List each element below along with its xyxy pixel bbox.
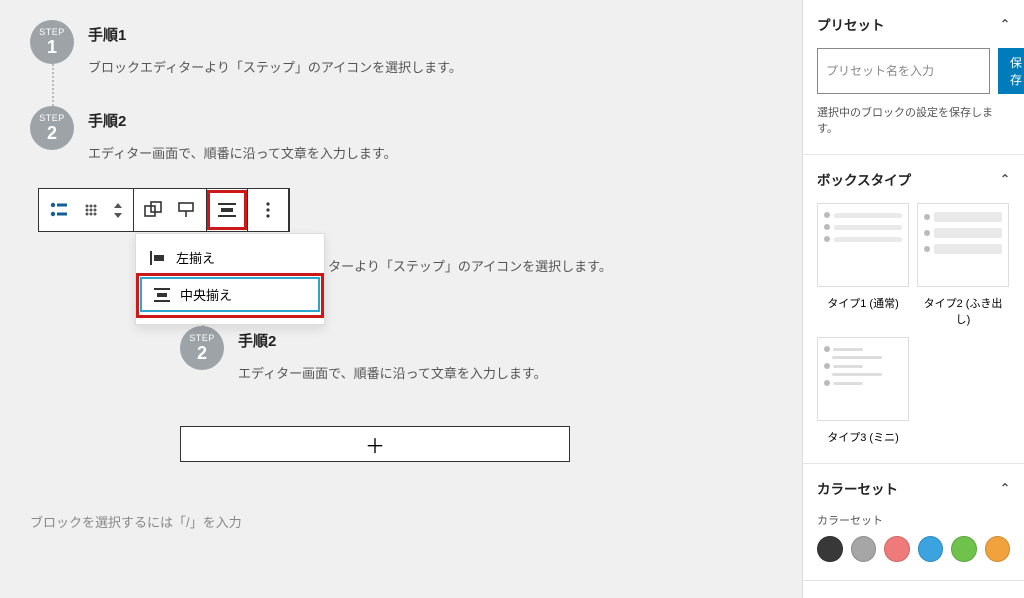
- step-title[interactable]: 手順1: [88, 24, 462, 45]
- step-badge-number: 2: [47, 124, 57, 142]
- color-swatch[interactable]: [884, 536, 910, 562]
- panel-toggle[interactable]: カラーセット ⌃: [817, 478, 1010, 498]
- align-center-option[interactable]: 中央揃え: [140, 277, 320, 312]
- preset-name-input[interactable]: [817, 48, 990, 94]
- boxtype-option-2[interactable]: タイプ2 (ふき出し): [917, 203, 1009, 327]
- slash-placeholder-hint[interactable]: ブロックを選択するには「/」を入力: [30, 512, 772, 531]
- panel-title: ボックスタイプ: [817, 169, 911, 189]
- style-icon[interactable]: [172, 196, 200, 224]
- more-options-icon[interactable]: [254, 196, 282, 224]
- step-badge-label: STEP: [189, 334, 215, 343]
- mover-buttons[interactable]: [109, 196, 127, 224]
- menu-item-label: 左揃え: [176, 248, 215, 267]
- step-desc[interactable]: エディター画面で、順番に沿って文章を入力します。: [238, 363, 547, 382]
- chevron-up-icon: ⌃: [1000, 17, 1010, 31]
- menu-item-label: 中央揃え: [180, 285, 232, 304]
- panel-toggle[interactable]: ボックスタイプ ⌃: [817, 169, 1010, 189]
- color-swatch[interactable]: [851, 536, 877, 562]
- step-desc[interactable]: ブロックエディターより「ステップ」のアイコンを選択します。: [88, 57, 462, 76]
- add-block-button[interactable]: ＋: [180, 426, 570, 462]
- boxtype-thumb: [817, 337, 909, 421]
- preset-panel: プリセット ⌃ 保存 選択中のブロックの設定を保存します。: [803, 0, 1024, 155]
- preset-hint: 選択中のブロックの設定を保存します。: [817, 104, 1010, 136]
- boxtype-option-1[interactable]: タイプ1 (通常): [817, 203, 909, 327]
- block-type-icon[interactable]: [45, 196, 73, 224]
- transform-icon[interactable]: [140, 196, 168, 224]
- color-swatch[interactable]: [951, 536, 977, 562]
- step-item[interactable]: STEP 2 手順2 エディター画面で、順番に沿って文章を入力します。: [30, 106, 772, 192]
- colorset-label: カラーセット: [817, 512, 1010, 528]
- step-badge: STEP 2: [180, 326, 224, 370]
- step-badge-label: STEP: [39, 28, 65, 37]
- panel-title: プリセット: [817, 14, 885, 34]
- color-swatch[interactable]: [817, 536, 843, 562]
- step-badge: STEP 1: [30, 20, 74, 64]
- align-button[interactable]: [213, 196, 241, 224]
- block-toolbar: 左揃え 中央揃え: [38, 188, 290, 232]
- color-swatches: [817, 536, 1010, 562]
- boxtype-caption: タイプ3 (ミニ): [817, 429, 909, 445]
- step-title[interactable]: 手順2: [88, 110, 397, 131]
- step-badge-number: 1: [47, 38, 57, 56]
- step-badge-number: 2: [197, 344, 207, 362]
- colorset-panel: カラーセット ⌃ カラーセット: [803, 464, 1024, 581]
- plus-icon: ＋: [365, 430, 385, 459]
- boxtype-option-3[interactable]: タイプ3 (ミニ): [817, 337, 909, 445]
- chevron-up-icon: ⌃: [1000, 172, 1010, 186]
- panel-title: カラーセット: [817, 478, 898, 498]
- step-badge-label: STEP: [39, 114, 65, 123]
- chevron-up-icon: ⌃: [1000, 481, 1010, 495]
- align-dropdown: 左揃え 中央揃え: [135, 233, 325, 325]
- panel-toggle[interactable]: プリセット ⌃: [817, 14, 1010, 34]
- step-desc[interactable]: エディター画面で、順番に沿って文章を入力します。: [88, 143, 397, 162]
- color-swatch[interactable]: [918, 536, 944, 562]
- step-item[interactable]: STEP 2 手順2 エディター画面で、順番に沿って文章を入力します。: [180, 326, 772, 412]
- boxtype-caption: タイプ1 (通常): [817, 295, 909, 311]
- color-swatch[interactable]: [985, 536, 1011, 562]
- step-item[interactable]: STEP 1 手順1 ブロックエディターより「ステップ」のアイコンを選択します。: [30, 20, 772, 106]
- boxtype-panel: ボックスタイプ ⌃ タイプ1 (通常) タイプ2 (ふき出し): [803, 155, 1024, 464]
- step-group-a: STEP 1 手順1 ブロックエディターより「ステップ」のアイコンを選択します。…: [30, 20, 772, 192]
- settings-sidebar: プリセット ⌃ 保存 選択中のブロックの設定を保存します。 ボックスタイプ ⌃ …: [802, 0, 1024, 598]
- step-title[interactable]: 手順2: [238, 330, 547, 351]
- boxtype-thumb: [917, 203, 1009, 287]
- drag-handle-icon[interactable]: [77, 196, 105, 224]
- boxtype-thumb: [817, 203, 909, 287]
- preset-save-button[interactable]: 保存: [998, 48, 1024, 94]
- boxtype-caption: タイプ2 (ふき出し): [917, 295, 1009, 327]
- align-left-option[interactable]: 左揃え: [136, 240, 324, 275]
- step-badge: STEP 2: [30, 106, 74, 150]
